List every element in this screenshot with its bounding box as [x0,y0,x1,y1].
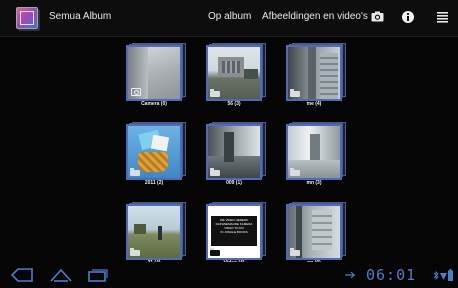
bluetooth-icon [433,270,439,281]
video-thumb-text: WE VIDEO HEREOF DAPHNEMAUDE KAMERA VIDEO… [215,218,253,234]
wifi-icon [440,273,447,280]
folder-icon [210,248,220,256]
system-bar: 06:01 [0,262,458,288]
album-mn[interactable]: mn (3) [286,122,356,190]
album-21[interactable]: 21 (4) [126,202,196,270]
recent-apps-icon[interactable] [88,268,108,282]
camera-icon[interactable] [371,11,384,22]
album-009[interactable]: 009 (1) [206,122,276,190]
folder-icon [290,168,300,176]
tab-by-album[interactable]: Op album [208,11,251,22]
album-label: 009 (1) [226,180,242,186]
album-label: 56 (3) [227,101,241,107]
album-thumbnail: WE VIDEO HEREOF DAPHNEMAUDE KAMERA VIDEO… [206,204,262,260]
usb-icon [345,271,355,279]
page-title: Semua Album [49,11,112,22]
folder-icon [130,168,140,176]
album-me[interactable]: me (4) [286,43,356,111]
battery-icon [448,269,453,281]
album-thumbnail [286,45,342,101]
album-label: me (4) [306,101,322,107]
album-thumbnail [286,204,342,260]
album-label: mn (3) [306,180,322,186]
album-thumbnail [126,204,182,260]
tab-images-and-videos[interactable]: Afbeeldingen en video's [262,11,368,22]
album-label: Camera (0) [141,101,167,107]
action-bar: Semua Album Op album Afbeeldingen en vid… [0,0,458,37]
album-thumbnail [126,45,182,101]
info-icon[interactable] [402,11,414,23]
folder-icon [290,248,300,256]
album-label: 2011 (2) [144,180,164,186]
album-video[interactable]: WE VIDEO HEREOF DAPHNEMAUDE KAMERA VIDEO… [206,202,276,270]
gallery-screen: Semua Album Op album Afbeeldingen en vid… [0,0,458,288]
clock[interactable]: 06:01 [366,266,416,284]
album-pp[interactable]: pp (0) [286,202,356,270]
album-2011[interactable]: 2011 (2) [126,122,196,190]
album-thumbnail [206,45,262,101]
album-thumbnail [206,124,262,180]
folder-icon [210,89,220,97]
folder-icon [130,248,140,256]
album-56[interactable]: 56 (3) [206,43,276,111]
menu-icon[interactable] [437,11,448,23]
folder-icon [210,168,220,176]
gallery-app-icon[interactable] [16,7,38,29]
album-thumbnail [126,124,182,180]
camera-album-icon [131,88,141,96]
back-icon[interactable] [10,268,34,282]
home-icon[interactable] [50,268,72,282]
folder-icon [290,89,300,97]
album-thumbnail [286,124,342,180]
album-camera[interactable]: Camera (0) [126,43,196,111]
